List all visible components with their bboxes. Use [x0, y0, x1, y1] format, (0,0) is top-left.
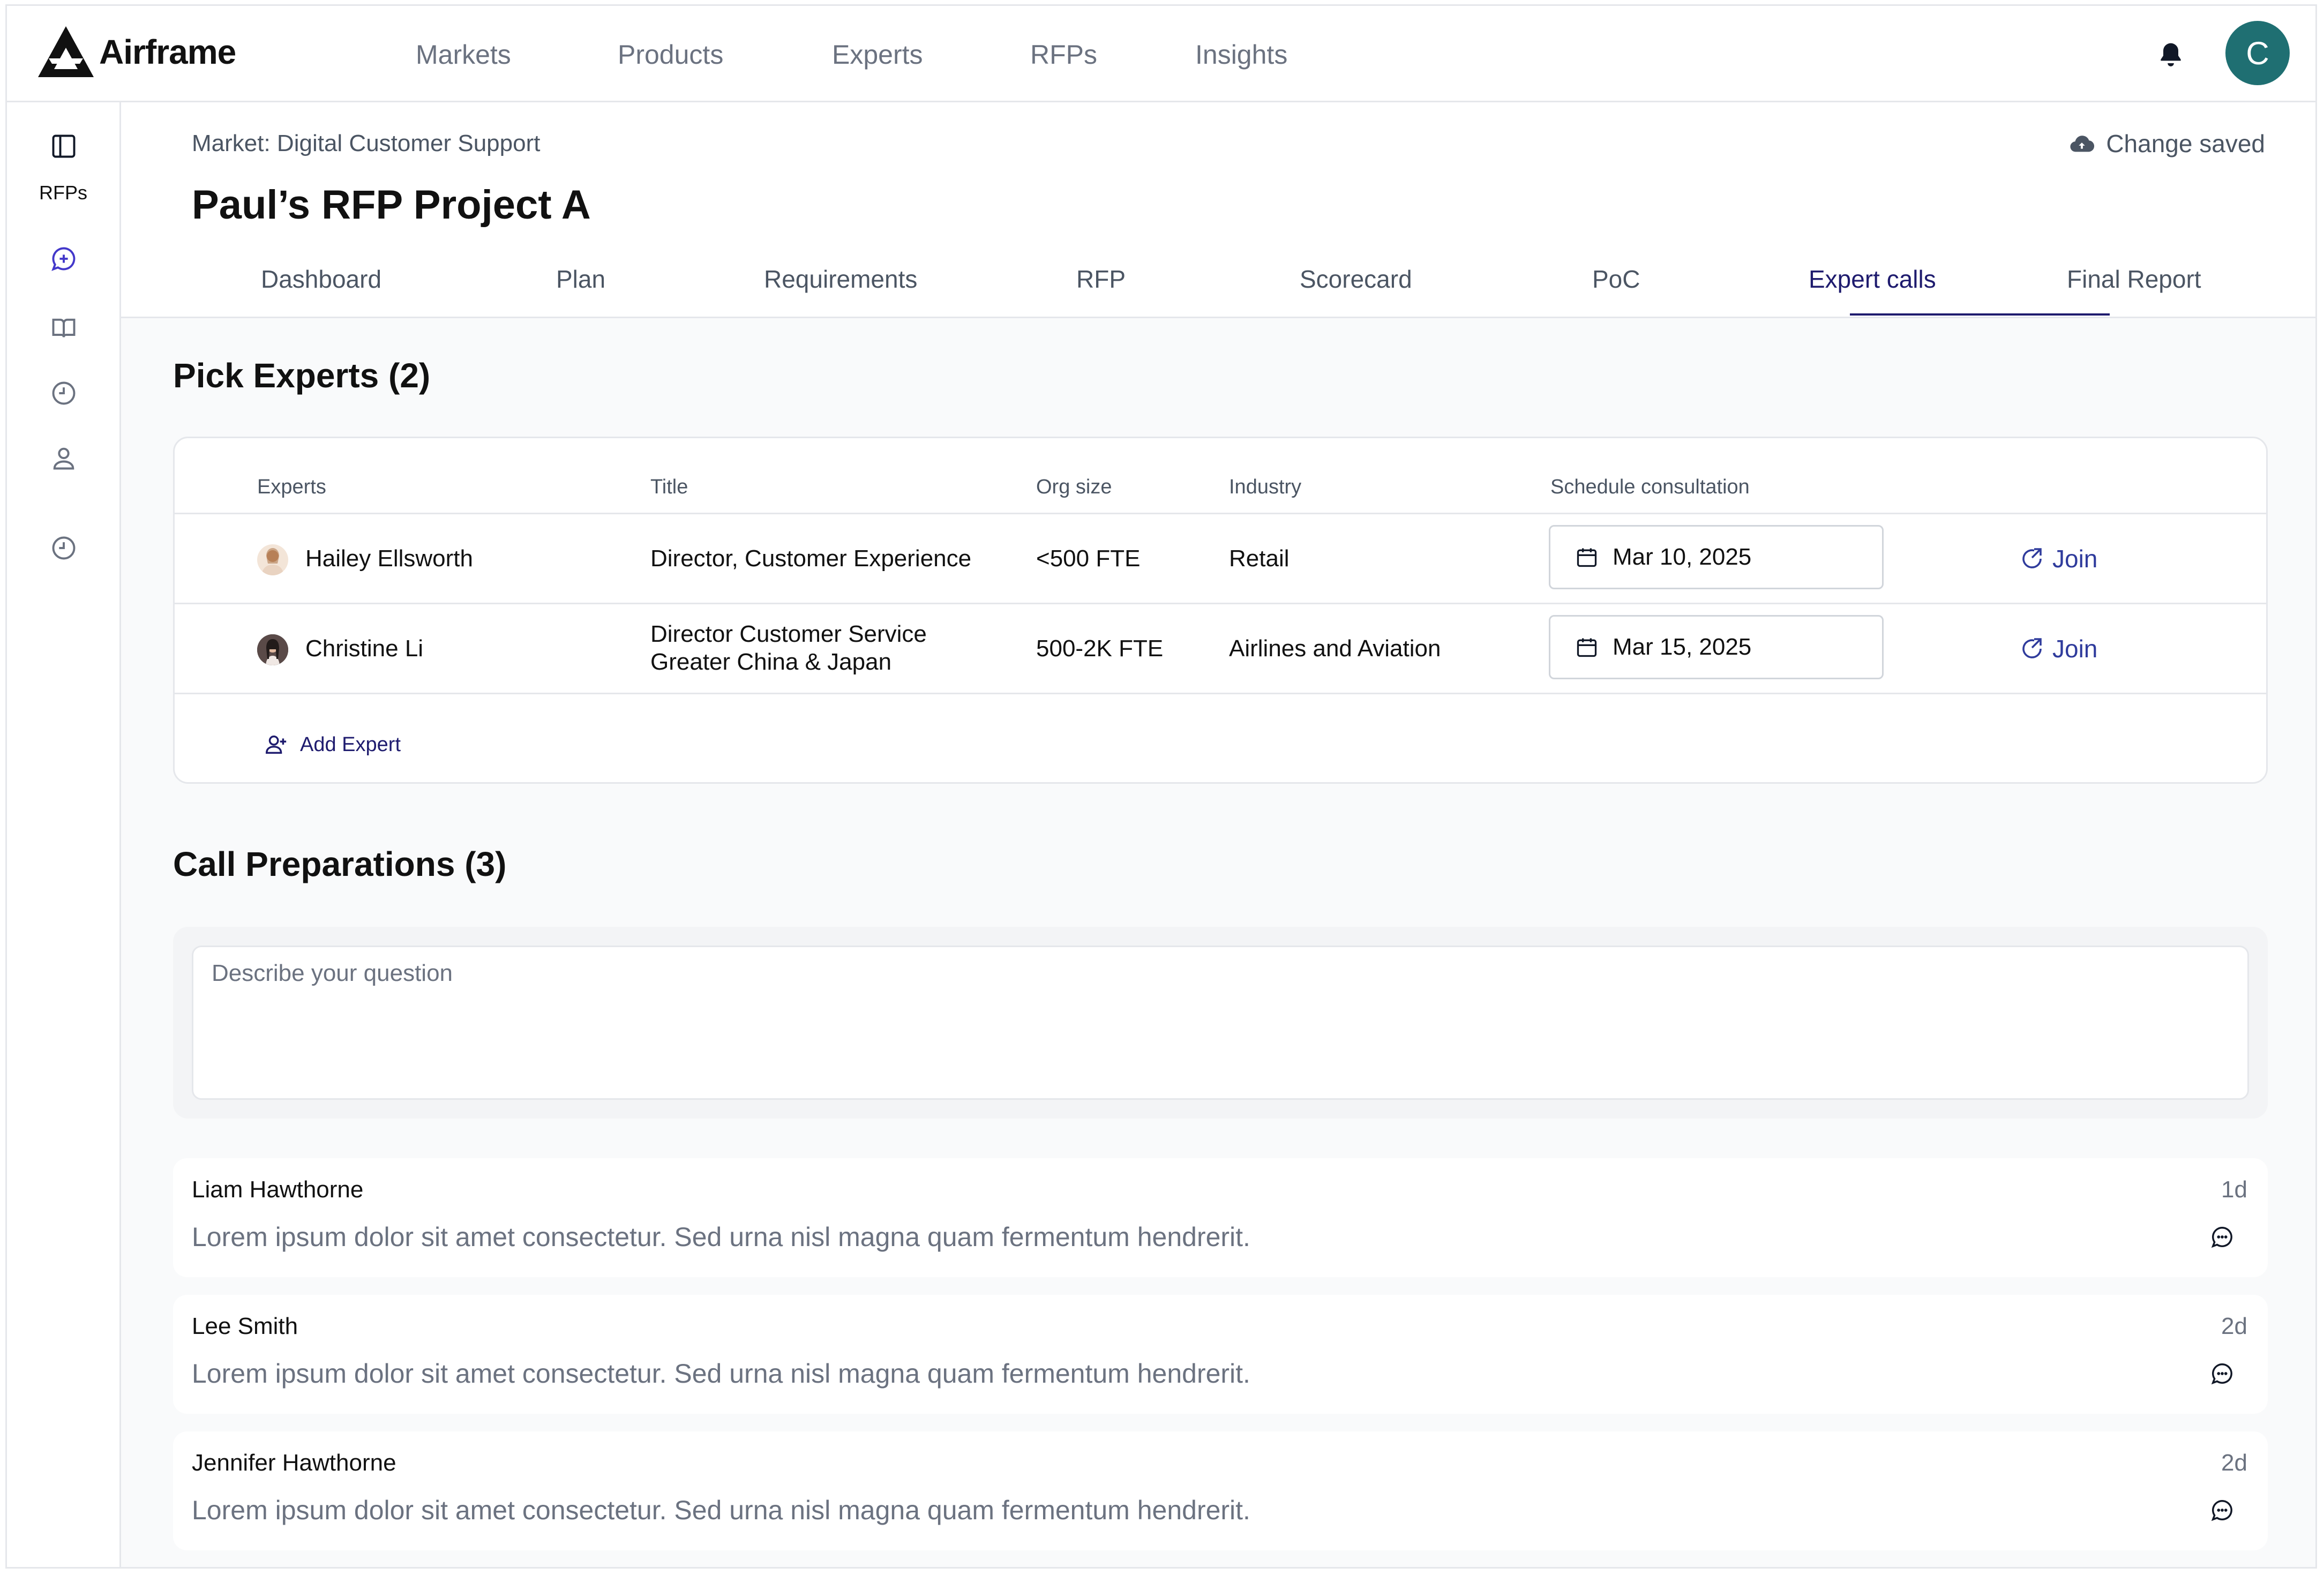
tab-expert-calls[interactable]: Expert calls	[1809, 265, 1936, 294]
comment-text: Lorem ipsum dolor sit amet consectetur. …	[192, 1222, 1250, 1252]
external-link-icon	[2022, 638, 2042, 658]
user-icon[interactable]	[50, 444, 78, 472]
history-icon[interactable]	[50, 534, 78, 562]
date-picker[interactable]: Mar 15, 2025	[1549, 615, 1884, 679]
column-header-title: Title	[650, 476, 688, 498]
chat-add-icon[interactable]	[50, 245, 78, 273]
active-tab-indicator	[1850, 313, 2110, 316]
nav-products[interactable]: Products	[618, 39, 723, 70]
reply-icon[interactable]	[2210, 1498, 2235, 1522]
expert-industry: Airlines and Aviation	[1229, 635, 1441, 662]
row-divider	[175, 693, 2266, 694]
page-title: Paul’s RFP Project A	[192, 182, 591, 228]
reply-icon[interactable]	[2210, 1225, 2235, 1249]
expert-avatar	[257, 634, 288, 665]
list-item: Liam Hawthorne 1d Lorem ipsum dolor sit …	[173, 1158, 2268, 1277]
nav-insights[interactable]: Insights	[1195, 39, 1287, 70]
clock-icon[interactable]	[50, 379, 78, 407]
save-status: Change saved	[2070, 129, 2265, 158]
expert-org-size: <500 FTE	[1036, 545, 1141, 572]
tab-final-report[interactable]: Final Report	[2067, 265, 2201, 294]
column-header-industry: Industry	[1229, 476, 1302, 498]
sidebar-label-rfps: RFPs	[39, 182, 87, 204]
comment-time: 2d	[2221, 1450, 2247, 1476]
page: Airframe Markets Products Experts RFPs I…	[0, 0, 2324, 1575]
user-avatar[interactable]: C	[2225, 21, 2290, 85]
sidebar: RFPs	[7, 102, 121, 1567]
column-header-org-size: Org size	[1036, 476, 1112, 498]
add-expert-button[interactable]: Add Expert	[264, 732, 401, 757]
add-user-icon	[266, 735, 287, 754]
app-logo[interactable]: Airframe	[38, 26, 236, 77]
date-value: Mar 15, 2025	[1613, 634, 1752, 660]
tab-rfp[interactable]: RFP	[1076, 265, 1126, 294]
save-status-text: Change saved	[2106, 130, 2265, 158]
expert-avatar	[257, 544, 288, 575]
tab-requirements[interactable]: Requirements	[764, 265, 917, 294]
external-link-icon	[2022, 548, 2042, 568]
join-button[interactable]: Join	[2019, 544, 2097, 573]
tab-scorecard[interactable]: Scorecard	[1300, 265, 1412, 294]
expert-org-size: 500-2K FTE	[1036, 635, 1164, 662]
column-header-schedule: Schedule consultation	[1550, 476, 1750, 498]
list-item: Jennifer Hawthorne 2d Lorem ipsum dolor …	[173, 1431, 2268, 1550]
top-navigation-bar: Airframe Markets Products Experts RFPs I…	[7, 6, 2315, 102]
comment-author: Jennifer Hawthorne	[192, 1450, 396, 1476]
calendar-icon	[1577, 638, 1597, 657]
row-divider	[175, 513, 2266, 514]
expert-name[interactable]: Hailey Ellsworth	[305, 545, 473, 572]
nav-rfps[interactable]: RFPs	[1030, 39, 1097, 70]
pick-experts-title: Pick Experts (2)	[173, 356, 431, 395]
tab-poc[interactable]: PoC	[1592, 265, 1640, 294]
expert-title-line: Director Customer Service	[650, 621, 927, 647]
row-divider	[175, 603, 2266, 604]
question-composer	[173, 927, 2268, 1119]
expert-industry: Retail	[1229, 545, 1290, 572]
expert-title: Director Customer Service Greater China …	[650, 620, 927, 676]
book-icon[interactable]	[50, 314, 78, 342]
cloud-upload-icon	[2070, 136, 2095, 152]
nav-experts[interactable]: Experts	[832, 39, 923, 70]
tab-dashboard[interactable]: Dashboard	[261, 265, 381, 294]
join-label: Join	[2052, 635, 2098, 663]
bell-icon[interactable]	[2156, 41, 2186, 71]
calendar-icon	[1577, 548, 1597, 567]
comment-author: Lee Smith	[192, 1313, 298, 1339]
expert-title: Director, Customer Experience	[650, 545, 972, 572]
breadcrumb[interactable]: Market: Digital Customer Support	[192, 130, 540, 157]
date-value: Mar 10, 2025	[1613, 544, 1752, 570]
nav-markets[interactable]: Markets	[416, 39, 511, 70]
add-expert-label: Add Expert	[300, 733, 401, 756]
app-window: Airframe Markets Products Experts RFPs I…	[5, 4, 2317, 1569]
panel-toggle-icon[interactable]	[50, 132, 78, 160]
date-picker[interactable]: Mar 10, 2025	[1549, 525, 1884, 589]
comment-text: Lorem ipsum dolor sit amet consectetur. …	[192, 1495, 1250, 1525]
comment-time: 1d	[2221, 1176, 2247, 1203]
comment-time: 2d	[2221, 1313, 2247, 1339]
join-button[interactable]: Join	[2019, 634, 2097, 663]
tab-plan[interactable]: Plan	[556, 265, 605, 294]
experts-table: Experts Title Org size Industry Schedule…	[173, 437, 2268, 784]
join-label: Join	[2052, 545, 2098, 573]
expert-name[interactable]: Christine Li	[305, 635, 423, 662]
expert-title-line: Greater China & Japan	[650, 649, 892, 675]
column-header-experts: Experts	[257, 476, 326, 498]
app-name: Airframe	[99, 32, 236, 71]
airframe-logo-icon	[38, 26, 94, 77]
comment-author: Liam Hawthorne	[192, 1176, 364, 1203]
list-item: Lee Smith 2d Lorem ipsum dolor sit amet …	[173, 1295, 2268, 1414]
main-content: Pick Experts (2) Experts Title Org size …	[121, 318, 2315, 1567]
comment-text: Lorem ipsum dolor sit amet consectetur. …	[192, 1359, 1250, 1389]
question-input[interactable]	[192, 946, 2249, 1100]
project-header: Market: Digital Customer Support Change …	[121, 102, 2315, 318]
call-preparations-title: Call Preparations (3)	[173, 845, 507, 883]
reply-icon[interactable]	[2210, 1361, 2235, 1386]
